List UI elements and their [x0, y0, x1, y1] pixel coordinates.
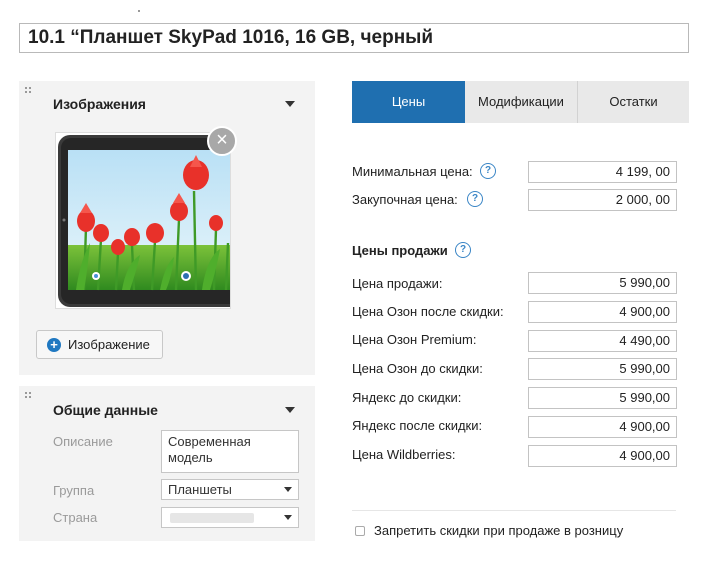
sale-price-label: Цена продажи: [352, 276, 443, 291]
tab-prices[interactable]: Цены [352, 81, 465, 123]
country-label: Страна [53, 510, 98, 525]
drag-handle-icon[interactable] [25, 87, 33, 95]
chevron-down-icon [284, 515, 292, 520]
ozon-before-discount-label: Цена Озон до скидки: [352, 361, 483, 376]
images-panel-title: Изображения [53, 96, 146, 112]
product-image[interactable] [55, 132, 250, 309]
artifact-dot [138, 10, 140, 12]
description-line-1: Современная [168, 434, 251, 449]
min-price-field[interactable]: 4 199, 00 [528, 161, 677, 183]
ozon-after-discount-label: Цена Озон после скидки: [352, 304, 504, 319]
general-data-panel: Общие данные Описание Современная модель… [19, 386, 315, 541]
divider [352, 510, 676, 511]
description-line-2: модель [168, 450, 213, 465]
min-price-label: Минимальная цена: [352, 164, 473, 179]
yandex-after-discount-field[interactable]: 4 900,00 [528, 416, 677, 438]
sale-price-field[interactable]: 5 990,00 [528, 272, 677, 294]
ozon-after-discount-field[interactable]: 4 900,00 [528, 301, 677, 323]
help-icon[interactable]: ? [455, 242, 471, 258]
country-placeholder-bar [170, 513, 254, 523]
ozon-before-discount-field[interactable]: 5 990,00 [528, 358, 677, 380]
group-select[interactable]: Планшеты [161, 479, 299, 500]
ozon-premium-label: Цена Озон Premium: [352, 332, 477, 347]
drag-handle-icon[interactable] [25, 392, 33, 400]
collapse-caret-down-icon[interactable] [285, 101, 295, 107]
description-field[interactable]: Современная модель [161, 430, 299, 473]
ozon-premium-field[interactable]: 4 490,00 [528, 330, 677, 352]
tab-stock[interactable]: Остатки [578, 81, 689, 123]
tab-modifications[interactable]: Модификации [465, 81, 577, 123]
yandex-before-discount-label: Яндекс до скидки: [352, 390, 462, 405]
help-icon[interactable]: ? [480, 163, 496, 179]
retail-discount-checkbox[interactable] [355, 526, 365, 536]
product-title: 10.1 “Планшет SkyPad 1016, 16 GB, черный [19, 23, 689, 53]
add-image-label: Изображение [68, 337, 150, 352]
purchase-price-field[interactable]: 2 000, 00 [528, 189, 677, 211]
collapse-caret-down-icon[interactable] [285, 407, 295, 413]
add-image-button[interactable]: + Изображение [36, 330, 163, 359]
purchase-price-label: Закупочная цена: [352, 192, 458, 207]
yandex-before-discount-field[interactable]: 5 990,00 [528, 387, 677, 409]
country-select[interactable] [161, 507, 299, 528]
description-label: Описание [53, 434, 113, 449]
yandex-after-discount-label: Яндекс после скидки: [352, 418, 483, 433]
plus-circle-icon: + [47, 338, 61, 352]
tab-bar: Цены Модификации Остатки [352, 81, 689, 123]
group-label: Группа [53, 483, 95, 498]
help-icon[interactable]: ? [467, 191, 483, 207]
sale-prices-title: Цены продажи [352, 243, 448, 258]
remove-image-close-icon[interactable]: × [207, 126, 237, 156]
general-data-title: Общие данные [53, 402, 158, 418]
group-value: Планшеты [168, 482, 232, 497]
tablet-image [58, 135, 250, 307]
chevron-down-icon [284, 487, 292, 492]
wildberries-price-label: Цена Wildberries: [352, 447, 456, 462]
wildberries-price-field[interactable]: 4 900,00 [528, 445, 677, 467]
retail-discount-label: Запретить скидки при продаже в розницу [374, 523, 624, 538]
